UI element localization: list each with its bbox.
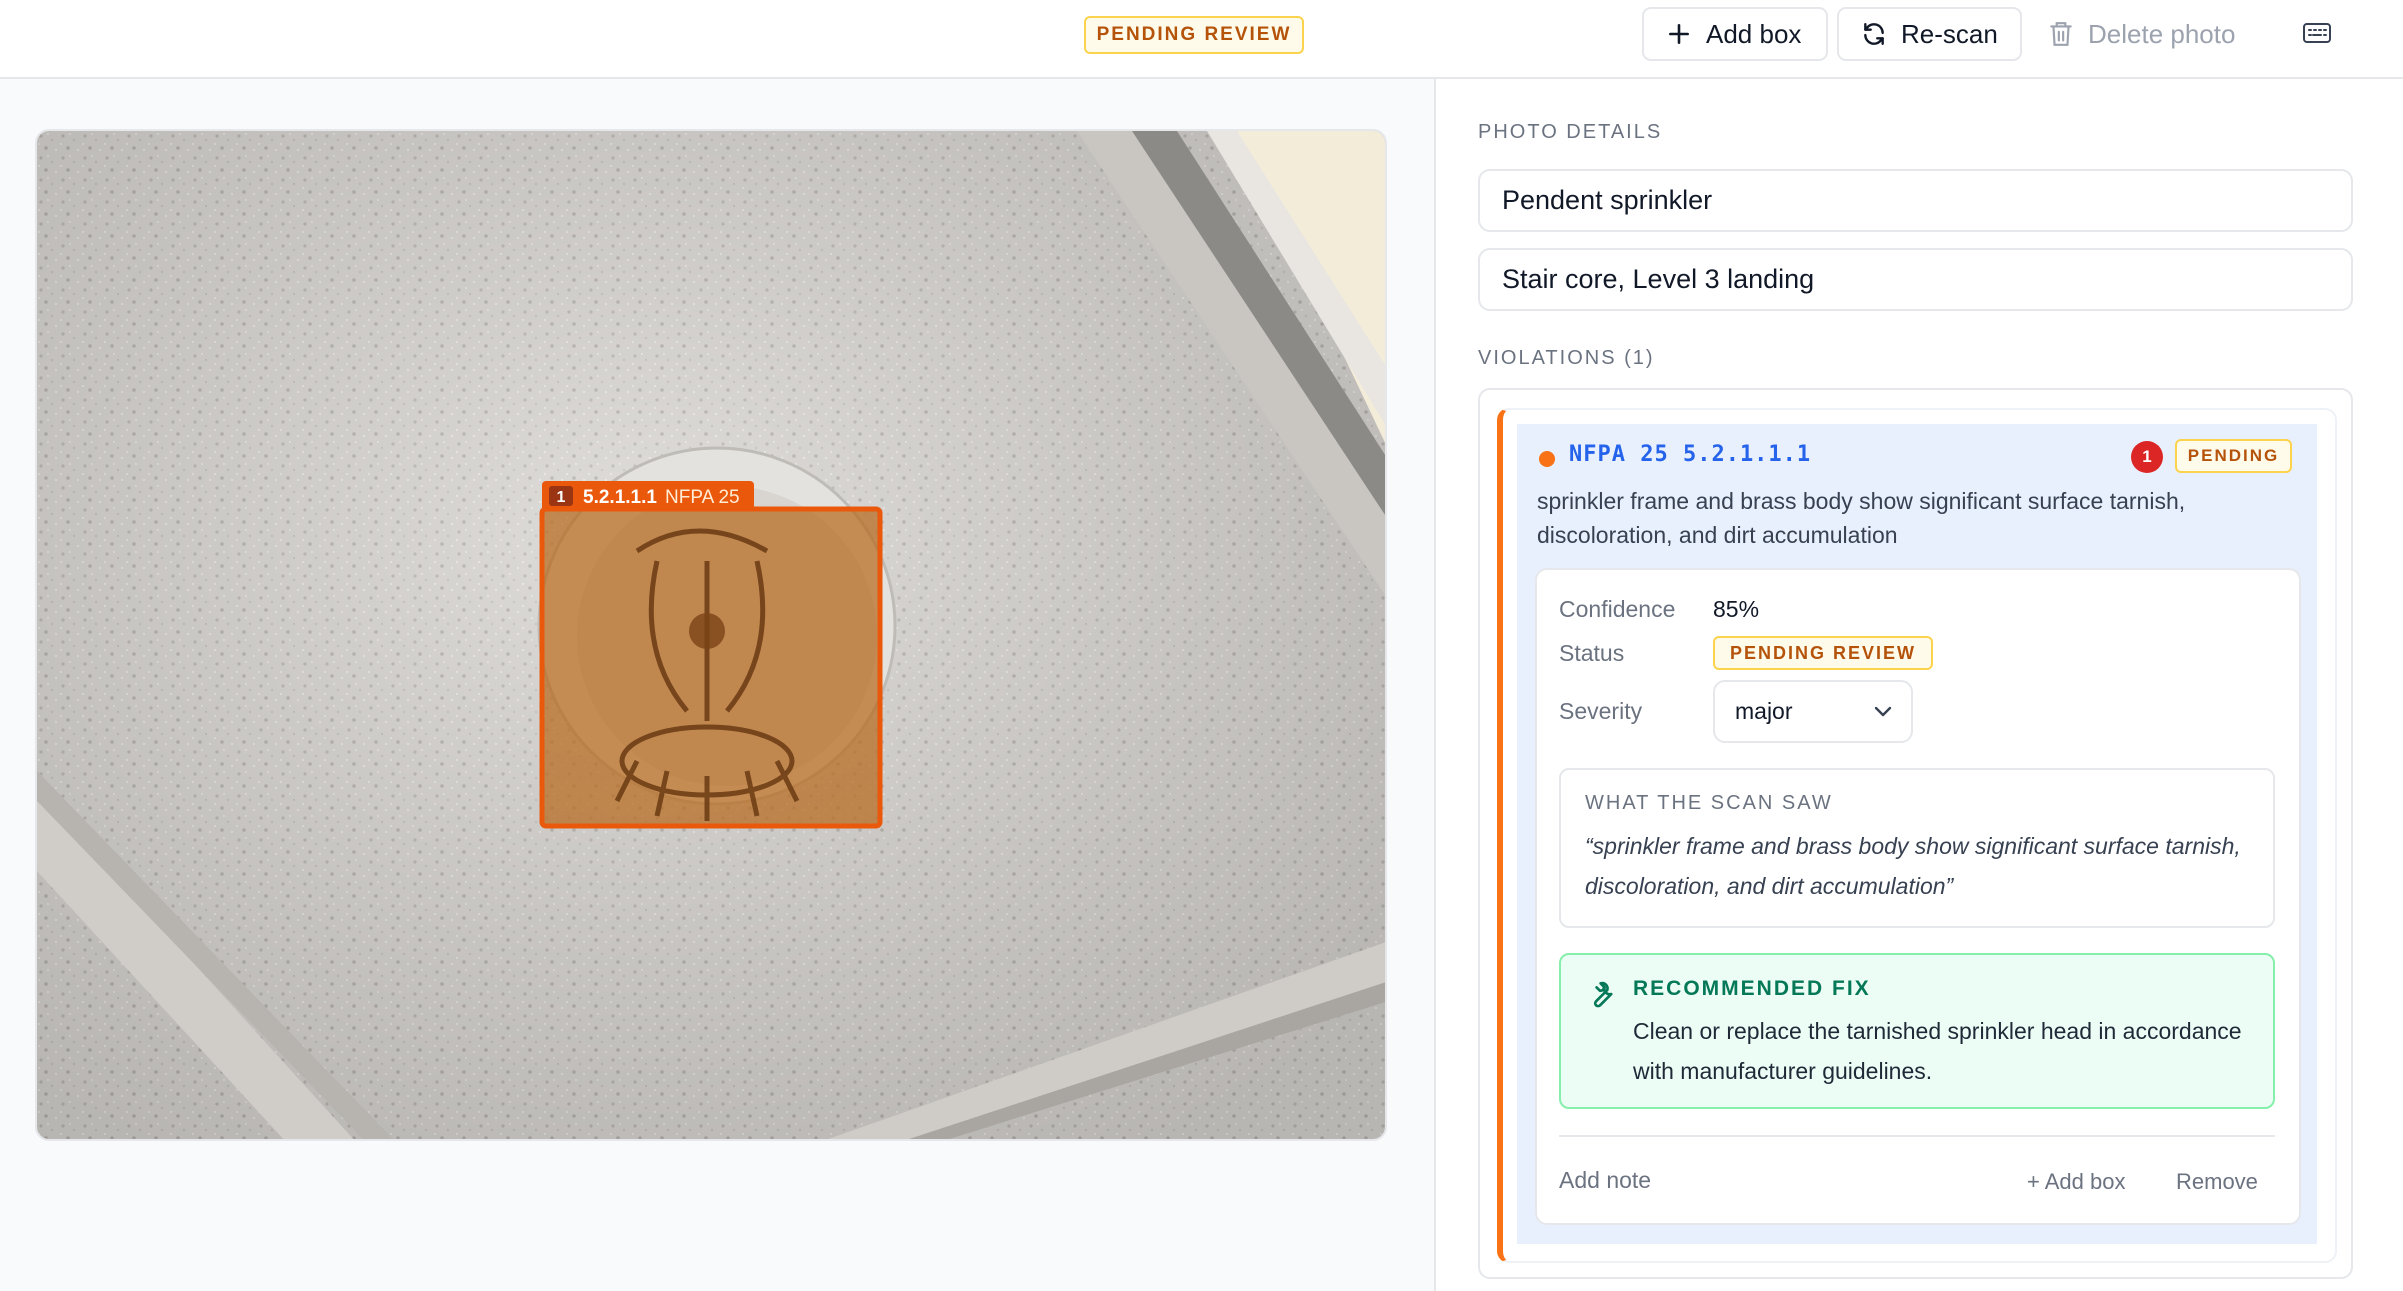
status-value-badge: PENDING REVIEW (1713, 636, 1933, 670)
top-bar: PENDING REVIEW Add box Re-scan Delete ph… (0, 0, 2403, 79)
photo-pane: 1 5.2.1.1.1 NFPA 25 (0, 79, 1436, 1291)
violation-add-box-link[interactable]: + Add box (2027, 1169, 2125, 1195)
scan-observation-box: WHAT THE SCAN SAW “sprinkler frame and b… (1559, 768, 2275, 928)
delete-photo-button[interactable]: Delete photo (2048, 7, 2258, 61)
box-standard-label: NFPA 25 (665, 487, 740, 508)
keyboard-icon[interactable] (2302, 20, 2332, 46)
fix-title: RECOMMENDED FIX (1633, 977, 1871, 1000)
violation-status-badge: PENDING (2175, 439, 2292, 473)
box-code-label: 5.2.1.1.1 (583, 487, 657, 508)
rescan-label: Re-scan (1901, 18, 1998, 49)
violations-list: NFPA 25 5.2.1.1.1 1 PENDING sprinkler fr… (1478, 388, 2353, 1279)
scan-title: WHAT THE SCAN SAW (1585, 792, 1833, 814)
add-note-link[interactable]: Add note (1559, 1167, 1651, 1194)
add-box-button[interactable]: Add box (1642, 7, 1828, 61)
severity-select[interactable]: major (1713, 680, 1913, 743)
refresh-icon (1864, 23, 1884, 45)
severity-dot (1539, 451, 1555, 467)
photo-name-field[interactable]: Pendent sprinkler (1478, 169, 2353, 232)
confidence-value: 85% (1713, 596, 1760, 622)
recommended-fix-box: RECOMMENDED FIX Clean or replace the tar… (1559, 953, 2275, 1109)
box-index-label: 1 (557, 489, 566, 506)
add-box-label: Add box (1706, 18, 1802, 49)
violations-heading: VIOLATIONS (1) (1478, 347, 1655, 369)
photo-details-heading: PHOTO DETAILS (1478, 121, 1663, 143)
trash-icon (2050, 22, 2072, 46)
ceiling-photo: 1 5.2.1.1.1 NFPA 25 (37, 131, 1385, 1139)
rescan-button[interactable]: Re-scan (1837, 7, 2022, 61)
violation-description: sprinkler frame and brass body show sign… (1537, 488, 2186, 548)
confidence-label: Confidence (1559, 596, 1676, 622)
scan-quote: “sprinkler frame and brass body show sig… (1585, 833, 2241, 899)
divider (1559, 1135, 2275, 1137)
photo-location-field[interactable]: Stair core, Level 3 landing (1478, 248, 2353, 311)
violation-item[interactable]: NFPA 25 5.2.1.1.1 1 PENDING sprinkler fr… (1497, 408, 2337, 1263)
photo-canvas[interactable]: 1 5.2.1.1.1 NFPA 25 (35, 129, 1387, 1141)
violation-count-badge: 1 (2131, 441, 2163, 473)
status-label: Status (1559, 640, 1625, 666)
details-pane: PHOTO DETAILS Pendent sprinkler Stair co… (1438, 79, 2403, 1291)
violation-body: NFPA 25 5.2.1.1.1 1 PENDING sprinkler fr… (1517, 424, 2317, 1244)
severity-value: major (1735, 698, 1793, 724)
chevron-down-icon (1874, 706, 1892, 717)
plus-icon (1669, 24, 1689, 44)
fix-text: Clean or replace the tarnished sprinkler… (1633, 1018, 2242, 1084)
wrench-icon (1593, 981, 1613, 1008)
severity-label: Severity (1559, 698, 1643, 724)
remove-violation-link[interactable]: Remove (2176, 1169, 2258, 1195)
status-badge: PENDING REVIEW (1084, 16, 1304, 54)
delete-photo-label: Delete photo (2088, 18, 2236, 49)
violation-code: NFPA 25 5.2.1.1.1 (1569, 442, 1812, 467)
violation-detail-card: Confidence 85% Status PENDING REVIEW Sev… (1535, 568, 2301, 1225)
